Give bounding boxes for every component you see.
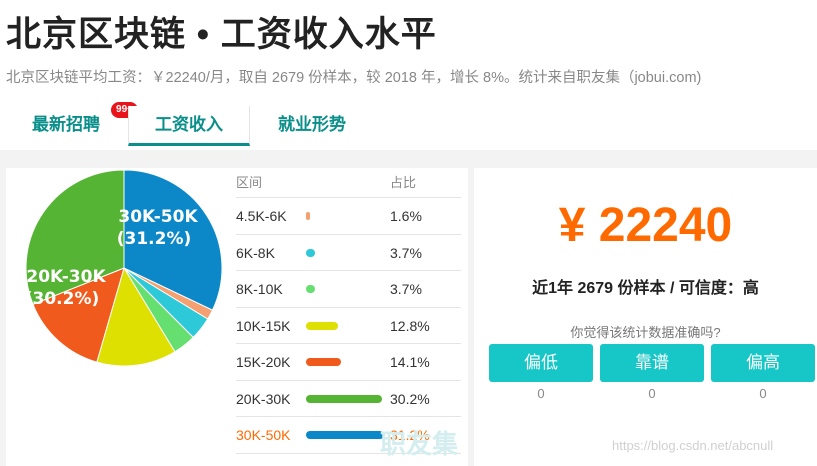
distribution-table: 区间 占比 4.5K-6K 1.6% 6K-8K 3.7% 8K-10K 3.7% 10K-… (236, 168, 461, 454)
feedback-low-count: 0 (537, 386, 545, 401)
tab-latest-jobs-label: 最新招聘 (32, 115, 100, 134)
pie-label-20k-30k-percent: (30.2%) (25, 289, 100, 309)
tab-bar: 最新招聘 99+ 工资收入 就业形势 (0, 102, 817, 150)
feedback-accurate-count: 0 (648, 386, 656, 401)
tab-employment-trend-label: 就业形势 (278, 115, 346, 134)
percent-bar (306, 358, 342, 366)
percent-value: 12.8% (390, 317, 430, 334)
range-label: 15K-20K (236, 354, 291, 370)
header-range: 区间 (236, 175, 263, 190)
feedback-high-count: 0 (759, 386, 767, 401)
percent-value: 14.1% (390, 354, 430, 370)
url-watermark: https://blog.csdn.net/abcnull (612, 438, 774, 453)
percent-bar (306, 248, 316, 257)
range-label: 8K-10K (236, 281, 283, 297)
feedback-question: 你觉得该统计数据准确吗? (570, 325, 721, 340)
table-row: 8K-10K 3.7% (236, 271, 461, 308)
percent-value: 1.6% (390, 208, 422, 224)
pie-label-20k-30k: 20K-30K (26, 267, 106, 287)
feedback-accurate-button[interactable]: 靠谱 (600, 344, 704, 382)
salary-summary-panel: ¥ 22240 近1年 2679 份样本 / 可信度：高 你觉得该统计数据准确吗… (474, 168, 817, 466)
tab-employment-trend[interactable]: 就业形势 (264, 106, 360, 146)
percent-bar (306, 394, 382, 403)
pie-label-30k-50k-percent: (31.2%) (117, 229, 192, 249)
table-row: 6K-8K 3.7% (236, 235, 461, 271)
percent-bar (306, 212, 310, 220)
tab-latest-jobs[interactable]: 最新招聘 99+ (18, 102, 138, 146)
range-label: 20K-30K (236, 390, 291, 407)
table-row: 10K-15K 12.8% (236, 308, 461, 344)
percent-value: 30.2% (390, 390, 430, 407)
percent-value: 3.7% (390, 281, 422, 297)
tab-salary-income[interactable]: 工资收入 (128, 106, 250, 146)
table-row: 20K-30K 30.2% (236, 381, 461, 417)
table-rows: 4.5K-6K 1.6% 6K-8K 3.7% 8K-10K 3.7% 10K-15K 12.… (236, 198, 461, 454)
percent-bar (306, 285, 316, 293)
table-row: 15K-20K 14.1% (236, 344, 461, 381)
sample-stats: 近1年 2679 份样本 / 可信度：高 (532, 280, 759, 297)
page-title: 北京区块链 • 工资收入水平 (6, 15, 437, 54)
feedback-low-button[interactable]: 偏低 (489, 344, 593, 382)
page-subtitle: 北京区块链平均工资：￥22240/月，取自 2679 份样本，较 2018 年，… (6, 70, 702, 86)
feedback-high-button[interactable]: 偏高 (711, 344, 815, 382)
percent-bar (306, 321, 338, 330)
header-percent: 占比 (390, 175, 417, 190)
range-label: 10K-15K (236, 317, 291, 334)
percent-bar (306, 431, 384, 439)
brand-watermark: 职友集 (380, 429, 459, 459)
percent-value: 3.7% (390, 244, 422, 261)
table-header: 区间 占比 (236, 168, 461, 198)
table-row: 4.5K-6K 1.6% (236, 198, 461, 235)
tab-salary-income-label: 工资收入 (155, 115, 223, 134)
average-salary: ¥ 22240 (558, 199, 733, 252)
range-label: 30K-50K (236, 427, 291, 443)
distribution-panel: 30K-50K (31.2%) 20K-30K (30.2%) 区间 占比 4.5K-… (6, 168, 468, 466)
range-label: 4.5K-6K (236, 208, 287, 224)
content-area: 30K-50K (31.2%) 20K-30K (30.2%) 区间 占比 4.5K-… (0, 150, 817, 466)
pie-label-30k-50k: 30K-50K (118, 207, 198, 227)
salary-pie-chart: 30K-50K(31.2%) 20K-30K(30.2%) (25, 169, 223, 367)
range-label: 6K-8K (236, 244, 275, 261)
